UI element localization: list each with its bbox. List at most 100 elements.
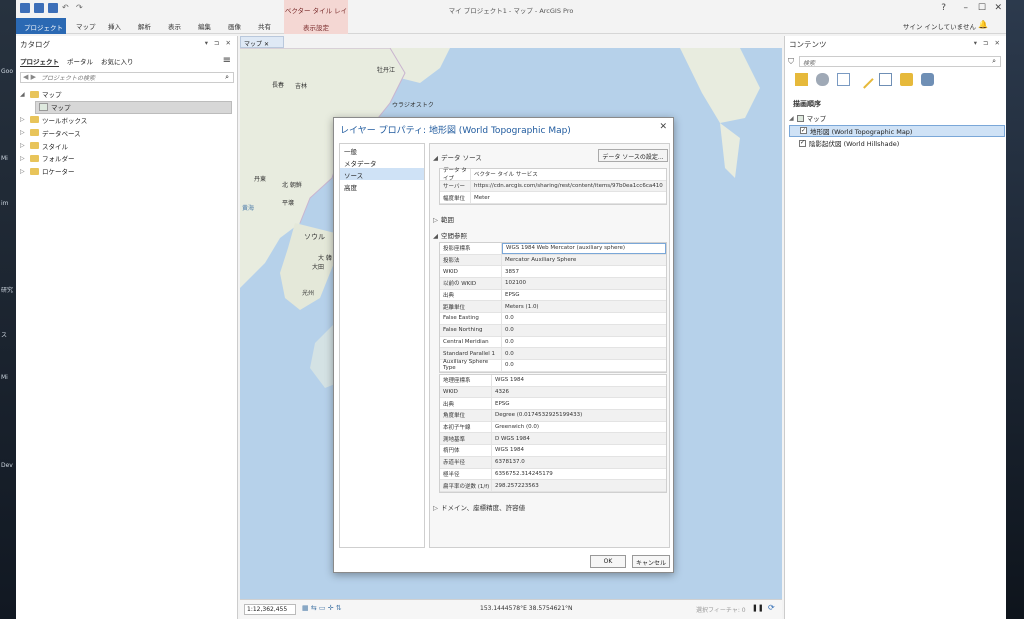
tab-view[interactable]: 表示: [168, 21, 181, 31]
row-value: Greenwich (0.0): [495, 424, 539, 431]
menu-icon[interactable]: ≡: [223, 55, 231, 66]
catalog-search-input[interactable]: [41, 74, 211, 82]
selection-icon[interactable]: [837, 73, 850, 86]
search-icon[interactable]: ⌕: [992, 57, 996, 66]
sign-in-status[interactable]: サイン インしていません: [903, 21, 976, 31]
tree-item-folders[interactable]: ▷ フォルダー: [20, 152, 236, 165]
collapse-icon[interactable]: ◢: [20, 91, 27, 98]
pane-controls-icon[interactable]: ▾ ⊐ ✕: [205, 39, 233, 47]
layer-hillshade[interactable]: ✓ 陰影起伏図 (World Hillshade): [789, 137, 1005, 150]
tree-item-locators[interactable]: ▷ ロケーター: [20, 165, 236, 178]
table-row: 地理座標系 WGS 1984: [440, 375, 666, 387]
table-row: 角度単位 Degree (0.0174532925199433): [440, 410, 666, 422]
maximize-icon[interactable]: ☐: [978, 3, 986, 13]
map-label: 北 朝鮮: [282, 182, 302, 189]
tab-edit[interactable]: 編集: [198, 21, 211, 31]
desktop-label[interactable]: 研究: [1, 285, 13, 294]
bell-icon[interactable]: 🔔: [978, 20, 988, 29]
tree-item-databases[interactable]: ▷ データベース: [20, 126, 236, 139]
table-row[interactable]: 投影座標系 WGS 1984 Web Mercator (auxiliary sp…: [440, 243, 666, 255]
table-row: データ タイプ ベクター タイル サービス: [440, 168, 666, 182]
layer-checkbox[interactable]: ✓: [800, 127, 807, 135]
row-value: 0.0: [505, 350, 514, 357]
close-icon[interactable]: ✕: [264, 41, 269, 48]
desktop-label[interactable]: Mi: [1, 155, 8, 162]
scale-select[interactable]: 1:12,362,455: [244, 604, 296, 615]
map-tab-label: マップ: [244, 41, 263, 48]
cancel-button[interactable]: キャンセル: [632, 555, 670, 568]
cursor-coordinates: 153.1444578°E 38.5754621°N: [480, 605, 573, 612]
tab-analysis[interactable]: 解析: [138, 21, 151, 31]
tab-catalog-project[interactable]: プロジェクト: [20, 56, 59, 67]
tab-map[interactable]: マップ: [76, 21, 96, 31]
expand-icon[interactable]: ▷: [20, 116, 27, 123]
expand-icon[interactable]: ▷: [20, 168, 27, 175]
section-domain[interactable]: ▷ ドメイン、座標精度、許容値: [433, 502, 525, 512]
row-key: 測地基準: [440, 433, 492, 445]
tab-imagery[interactable]: 画像: [228, 21, 241, 31]
table-row: Standard Parallel 1 0.0: [440, 348, 666, 360]
set-data-source-button[interactable]: データ ソースの設定...: [598, 149, 668, 162]
desktop-label[interactable]: ス: [1, 330, 7, 339]
ok-button[interactable]: OK: [590, 555, 626, 568]
search-icon[interactable]: ⌕: [225, 73, 229, 82]
expand-icon[interactable]: ▷: [20, 142, 27, 149]
tree-item-toolboxes[interactable]: ▷ ツールボックス: [20, 114, 236, 127]
row-key: 極半径: [440, 468, 492, 480]
map-tools-icon[interactable]: ▦ ⇆ ▭ ✛ ⇅: [302, 604, 342, 612]
tab-insert[interactable]: 挿入: [108, 21, 121, 31]
tab-appearance[interactable]: 表示設定: [284, 18, 348, 34]
expand-icon[interactable]: ▷: [20, 129, 27, 136]
row-key: Standard Parallel 1: [440, 348, 502, 359]
data-source-icon[interactable]: [816, 73, 829, 86]
folder-icon: [30, 90, 39, 98]
table-row: Auxiliary Sphere Type 0.0: [440, 359, 666, 372]
dialog-body: ◢ データ ソース データ ソースの設定... データ タイプ ベクター タイル サ…: [429, 143, 670, 548]
editing-icon[interactable]: [855, 70, 874, 89]
row-key: 赤道半径: [440, 456, 492, 468]
tab-catalog-portal[interactable]: ポータル: [67, 56, 93, 67]
minimize-icon[interactable]: –: [964, 3, 969, 13]
nav-source[interactable]: ソース: [340, 168, 424, 180]
expand-icon[interactable]: ▷: [20, 155, 27, 162]
tree-item-label: マップ: [51, 104, 71, 113]
nav-general[interactable]: 一般: [340, 144, 424, 156]
tab-project[interactable]: プロジェクト: [16, 18, 66, 34]
tab-map-view[interactable]: マップ ✕: [240, 36, 284, 48]
chevron-right-icon: ▷: [433, 216, 438, 224]
row-key: 以前の WKID: [440, 278, 502, 289]
map-label: 光州: [302, 290, 315, 297]
nav-elevation[interactable]: 高度: [340, 180, 424, 192]
contextual-tab-header: ベクター タイル レイヤー: [284, 0, 348, 25]
draw-order-icon[interactable]: [795, 73, 808, 86]
filter-icon[interactable]: ⛉: [788, 57, 794, 67]
map-node[interactable]: ◢ マップ: [789, 112, 1005, 125]
tab-catalog-favorites[interactable]: お気に入り: [101, 56, 134, 67]
back-icon[interactable]: ◀ ▶: [23, 73, 36, 81]
tab-share[interactable]: 共有: [258, 21, 271, 31]
labeling-icon[interactable]: [900, 73, 913, 86]
tree-item-styles[interactable]: ▷ スタイル: [20, 139, 236, 152]
section-extent[interactable]: ▷ 範囲: [433, 214, 454, 224]
collapse-icon[interactable]: ◢: [789, 115, 794, 122]
pause-icon[interactable]: ❚❚: [752, 604, 764, 612]
layer-checkbox[interactable]: ✓: [799, 139, 806, 147]
help-icon[interactable]: ?: [941, 3, 946, 13]
nav-metadata[interactable]: メタデータ: [340, 156, 424, 168]
desktop-label[interactable]: Mi: [1, 374, 8, 381]
close-icon[interactable]: ✕: [659, 122, 667, 132]
tree-item-map[interactable]: マップ: [35, 100, 232, 114]
refresh-icon[interactable]: ⟳: [768, 603, 775, 612]
desktop-label[interactable]: im: [1, 200, 9, 207]
close-icon[interactable]: ✕: [994, 3, 1002, 13]
contents-search-input[interactable]: 検索 ⌕: [799, 56, 1001, 67]
tree-item-maps[interactable]: ◢ マップ: [20, 88, 236, 101]
desktop-label[interactable]: Goo: [1, 68, 13, 75]
snapping-icon[interactable]: [879, 73, 892, 86]
layer-topographic[interactable]: ✓ 地形図 (World Topographic Map): [789, 124, 1005, 137]
desktop-label[interactable]: Dev: [1, 462, 13, 469]
section-data-source[interactable]: ◢ データ ソース: [433, 152, 482, 162]
pane-controls-icon[interactable]: ▾ ⊐ ✕: [974, 39, 1002, 47]
section-spatial-reference[interactable]: ◢ 空間参照: [433, 230, 467, 240]
chart-icon[interactable]: [921, 73, 934, 86]
